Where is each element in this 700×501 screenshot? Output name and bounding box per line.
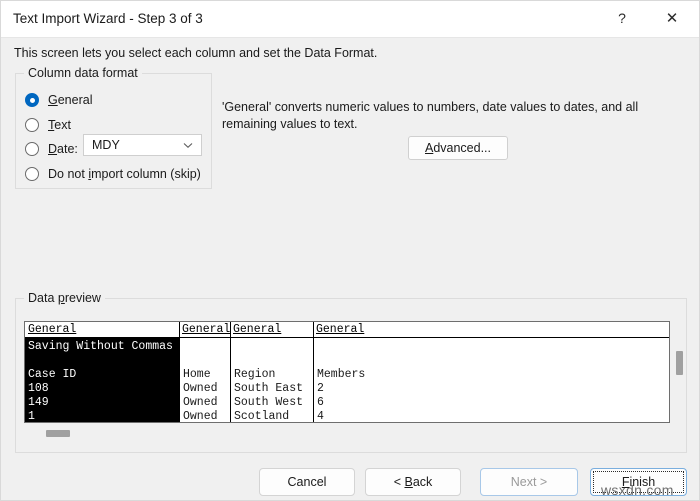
preview-cell: 1 <box>28 410 35 422</box>
preview-cell: South East <box>234 382 304 395</box>
close-icon: ✕ <box>665 10 679 27</box>
finish-button-label: Finish <box>621 475 656 489</box>
preview-cell: Region <box>234 368 276 381</box>
cancel-button-label: Cancel <box>287 475 327 489</box>
preview-vertical-scroll-thumb[interactable] <box>676 351 683 375</box>
radio-skip-column[interactable]: Do not import column (skip) <box>25 164 201 184</box>
help-button[interactable]: ? <box>599 1 645 36</box>
date-format-value: MDY <box>92 138 120 152</box>
back-button[interactable]: < Back <box>365 468 461 496</box>
preview-cell: Owned <box>183 410 218 422</box>
radio-text-label: Text <box>48 118 71 132</box>
next-button[interactable]: Next > <box>480 468 578 496</box>
advanced-button[interactable]: Advanced... <box>408 136 508 160</box>
preview-cell: Case ID <box>28 368 77 381</box>
advanced-button-label: Advanced... <box>424 141 492 155</box>
text-import-wizard-dialog: Text Import Wizard - Step 3 of 3 ? ✕ Thi… <box>0 0 700 501</box>
cancel-button[interactable]: Cancel <box>259 468 355 496</box>
preview-cell: Home <box>183 368 211 381</box>
preview-vertical-scrollbar[interactable] <box>674 321 685 423</box>
date-format-select[interactable]: MDY <box>83 134 202 156</box>
preview-cell: 2 <box>317 382 324 395</box>
intro-text: This screen lets you select each column … <box>14 46 378 60</box>
preview-cell: 108 <box>28 382 49 395</box>
preview-cell: 6 <box>317 396 324 409</box>
radio-text-mark <box>25 118 39 132</box>
preview-cell: Scotland <box>234 410 290 422</box>
preview-horizontal-scroll-thumb[interactable] <box>46 430 70 437</box>
preview-header-cell[interactable]: General <box>28 323 76 337</box>
radio-general-label: General <box>48 93 93 107</box>
data-preview-pane[interactable]: General General General General Saving W… <box>24 321 670 423</box>
title-bar: Text Import Wizard - Step 3 of 3 ? ✕ <box>1 1 699 37</box>
preview-header-row: General General General General <box>25 322 669 338</box>
preview-header-cell[interactable]: General <box>233 323 281 337</box>
radio-general-mark <box>25 93 39 107</box>
column-data-format-legend: Column data format <box>24 66 142 80</box>
radio-general[interactable]: General <box>25 90 92 110</box>
question-mark-icon: ? <box>618 10 626 26</box>
preview-cell: Owned <box>183 396 218 409</box>
preview-cell: 4 <box>317 410 324 422</box>
preview-header-cell[interactable]: General <box>182 323 230 337</box>
radio-skip-mark <box>25 167 39 181</box>
data-preview-legend: Data preview <box>24 291 105 305</box>
radio-date-label: Date: <box>48 142 78 156</box>
chevron-down-icon <box>182 138 194 152</box>
preview-cell: 149 <box>28 396 49 409</box>
preview-cell: Owned <box>183 382 218 395</box>
radio-text[interactable]: Text <box>25 115 71 135</box>
back-button-label: < Back <box>393 475 433 489</box>
preview-column[interactable]: Region South East South West Scotland <box>231 338 313 422</box>
format-description: 'General' converts numeric values to num… <box>222 100 639 131</box>
preview-horizontal-scrollbar[interactable] <box>24 427 670 438</box>
preview-cell: Saving Without Commas <box>28 340 173 353</box>
close-button[interactable]: ✕ <box>649 1 695 36</box>
preview-column[interactable]: Home Owned Owned Owned <box>180 338 230 422</box>
window-title: Text Import Wizard - Step 3 of 3 <box>13 11 203 26</box>
title-bar-divider <box>1 37 699 38</box>
preview-header-cell[interactable]: General <box>316 323 364 337</box>
radio-date[interactable]: Date: <box>25 139 78 159</box>
column-data-format-group: Column data format General Text Date: Do… <box>15 66 212 189</box>
radio-skip-label: Do not import column (skip) <box>48 167 201 181</box>
preview-cell: South West <box>234 396 304 409</box>
preview-column[interactable]: Saving Without Commas Case ID 108 149 1 <box>25 338 179 422</box>
preview-cell: Members <box>317 368 366 381</box>
data-preview-group: Data preview General General General Gen… <box>15 291 687 453</box>
preview-column[interactable]: Members 2 6 4 <box>314 338 669 422</box>
radio-date-mark <box>25 142 39 156</box>
next-button-label: Next > <box>510 475 548 489</box>
